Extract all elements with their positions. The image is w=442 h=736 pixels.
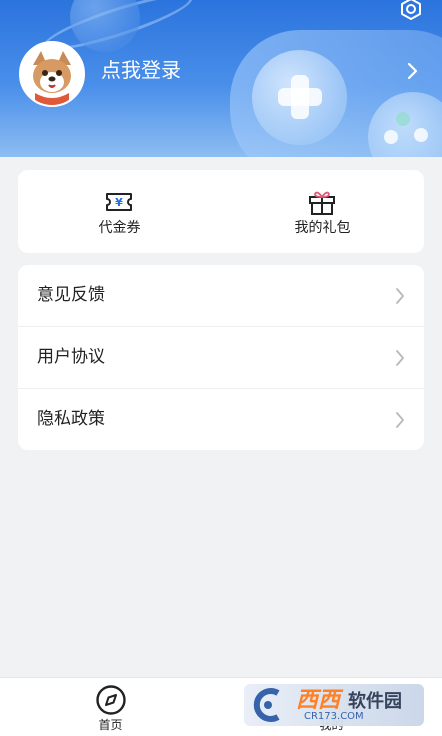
login-prompt[interactable]: 点我登录 [101,57,181,83]
menu-item-label: 用户协议 [37,347,105,367]
menu-item-user-agreement[interactable]: 用户协议 [18,327,424,388]
tab-home[interactable]: 首页 [0,678,221,736]
watermark-name: 软件园 [348,691,402,712]
gift-icon [309,191,335,215]
quick-actions-card: ¥ 代金券 我的礼包 [18,170,424,253]
gear-icon[interactable] [396,0,426,26]
tab-label: 首页 [98,718,123,732]
watermark-url: CR173.COM [304,711,364,722]
watermark-logo-icon [253,688,280,722]
decor-dot [396,112,410,126]
voucher-label: 代金券 [98,220,141,236]
menu-item-privacy-policy[interactable]: 隐私政策 [18,389,424,450]
chevron-right-icon [396,288,404,304]
my-gifts-label: 我的礼包 [294,220,351,236]
menu-item-label: 意见反馈 [37,285,105,305]
decor-dot [414,128,428,142]
chevron-right-icon[interactable] [403,60,421,82]
menu-item-feedback[interactable]: 意见反馈 [18,265,424,326]
profile-header: 点我登录 [0,0,442,157]
chevron-right-icon [396,412,404,428]
dog-avatar-icon [21,43,83,105]
settings-menu-card: 意见反馈 用户协议 隐私政策 [18,265,424,450]
compass-icon [96,685,126,715]
voucher-button[interactable]: ¥ 代金券 [18,170,221,253]
voucher-ticket-icon: ¥ [106,193,132,211]
decor-dpad-vertical [291,75,309,119]
chevron-right-icon [396,350,404,366]
decor-dot [384,130,398,144]
menu-item-label: 隐私政策 [37,409,105,429]
my-gifts-button[interactable]: 我的礼包 [221,170,424,253]
avatar[interactable] [19,41,85,107]
watermark-badge: 西西 软件园 CR173.COM [244,684,424,726]
svg-text:¥: ¥ [115,196,123,209]
